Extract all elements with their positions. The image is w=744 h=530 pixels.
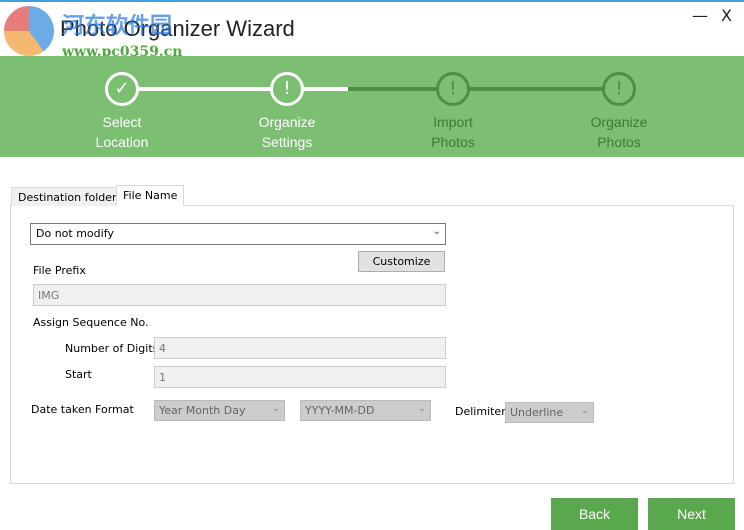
date-order-value: Year Month Day xyxy=(159,404,246,417)
start-label: Start xyxy=(65,368,92,381)
step-organize-settings: ! Organize Settings xyxy=(207,72,367,152)
step-organize-photos: ! Organize Photos xyxy=(539,72,699,152)
chevron-down-icon: ⌄ xyxy=(580,405,589,416)
sequence-label: Assign Sequence No. xyxy=(33,316,149,329)
step-label: Organize xyxy=(590,114,648,130)
start-input[interactable]: 1 xyxy=(154,366,446,388)
step-label: Import xyxy=(433,114,473,130)
digits-input[interactable]: 4 xyxy=(154,337,446,359)
rename-mode-select[interactable]: Do not modify ⌄ xyxy=(30,223,446,245)
close-button[interactable]: X xyxy=(721,6,732,25)
digits-label: Number of Digits xyxy=(65,342,159,355)
exclamation-icon: ! xyxy=(270,72,304,106)
minimize-button[interactable]: — xyxy=(692,6,708,25)
step-label: Select xyxy=(102,114,142,130)
step-select-location: ✓ Select Location xyxy=(42,72,202,152)
step-label: Photos xyxy=(597,134,641,150)
wizard-steps: ✓ Select Location ! Organize Settings ! Im… xyxy=(0,56,744,157)
next-button[interactable]: Next xyxy=(648,498,735,530)
file-prefix-label: File Prefix xyxy=(33,264,86,277)
watermark-logo xyxy=(4,6,54,56)
rename-mode-value: Do not modify xyxy=(36,227,114,240)
step-label: Location xyxy=(95,134,149,150)
exclamation-icon: ! xyxy=(436,72,470,106)
date-order-select[interactable]: Year Month Day ⌄ xyxy=(154,400,285,421)
back-button[interactable]: Back xyxy=(551,498,638,530)
tab-file-name[interactable]: File Name xyxy=(116,185,185,206)
watermark-text: 河东软件园 xyxy=(62,13,173,39)
check-icon: ✓ xyxy=(105,72,139,106)
date-format-select[interactable]: YYYY-MM-DD ⌄ xyxy=(300,400,431,421)
date-format-value: YYYY-MM-DD xyxy=(305,404,375,417)
delimiter-value: Underline xyxy=(510,406,564,419)
step-label: Organize xyxy=(258,114,316,130)
step-import-photos: ! Import Photos xyxy=(373,72,533,152)
delimiter-select[interactable]: Underline ⌄ xyxy=(505,402,594,423)
chevron-down-icon: ⌄ xyxy=(271,403,280,414)
step-label: Photos xyxy=(431,134,475,150)
file-prefix-input[interactable]: IMG xyxy=(33,284,446,306)
delimiter-label: Delimiter xyxy=(455,405,506,418)
window-top-border xyxy=(0,0,744,2)
customize-button[interactable]: Customize xyxy=(358,251,445,272)
step-label: Settings xyxy=(261,134,313,150)
exclamation-icon: ! xyxy=(602,72,636,106)
chevron-down-icon: ⌄ xyxy=(417,403,426,414)
tab-destination-folder[interactable]: Destination folder xyxy=(11,187,124,206)
date-format-label: Date taken Format xyxy=(31,403,134,416)
chevron-down-icon: ⌄ xyxy=(432,226,441,237)
